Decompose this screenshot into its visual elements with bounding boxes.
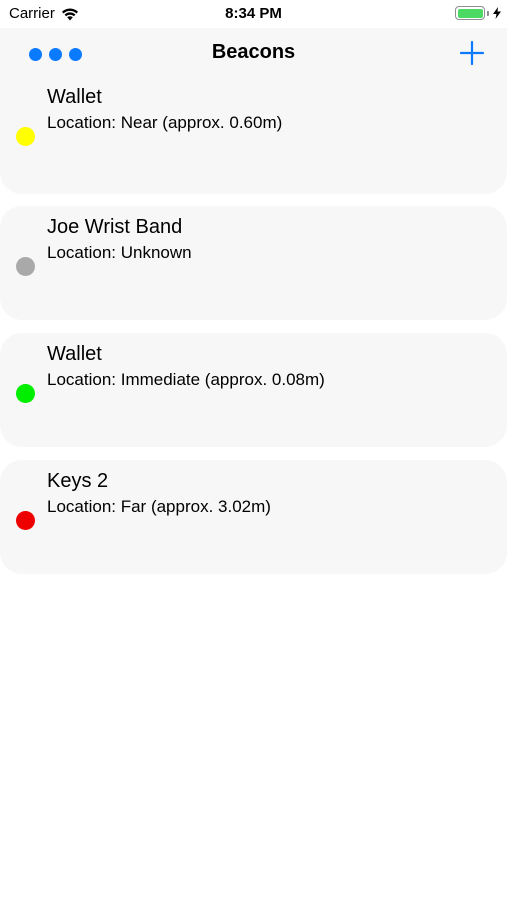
- status-dot: [16, 127, 35, 146]
- add-beacon-button[interactable]: [459, 40, 485, 66]
- beacon-card[interactable]: Wallet Location: Immediate (approx. 0.08…: [0, 333, 507, 447]
- beacon-location: Location: Far (approx. 3.02m): [47, 497, 271, 516]
- beacon-name: Keys 2: [47, 470, 109, 492]
- clock: 8:34 PM: [225, 5, 282, 22]
- status-bar: Carrier 8:34 PM: [0, 0, 507, 28]
- charging-bolt-icon: [493, 7, 501, 19]
- beacon-location: Location: Immediate (approx. 0.08m): [47, 370, 325, 389]
- status-dot: [16, 511, 35, 530]
- battery-icon: [455, 6, 485, 20]
- beacon-location: Location: Near (approx. 0.60m): [47, 113, 283, 132]
- page-title: Beacons: [211, 41, 296, 63]
- beacon-location: Location: Unknown: [47, 243, 192, 262]
- plus-icon: [459, 40, 485, 66]
- beacon-name: Joe Wrist Band: [47, 216, 183, 238]
- beacon-name: Wallet: [47, 343, 102, 365]
- battery-indicator: [455, 6, 501, 20]
- battery-level: [457, 8, 483, 18]
- beacon-card[interactable]: Wallet Location: Near (approx. 0.60m): [0, 76, 507, 194]
- beacon-card[interactable]: Keys 2 Location: Far (approx. 3.02m): [0, 460, 507, 574]
- navigation-bar: Beacons: [0, 28, 507, 80]
- status-dot: [16, 257, 35, 276]
- status-dot: [16, 384, 35, 403]
- beacon-name: Wallet: [47, 86, 102, 108]
- beacon-card[interactable]: Joe Wrist Band Location: Unknown: [0, 206, 507, 320]
- battery-cap: [487, 10, 489, 16]
